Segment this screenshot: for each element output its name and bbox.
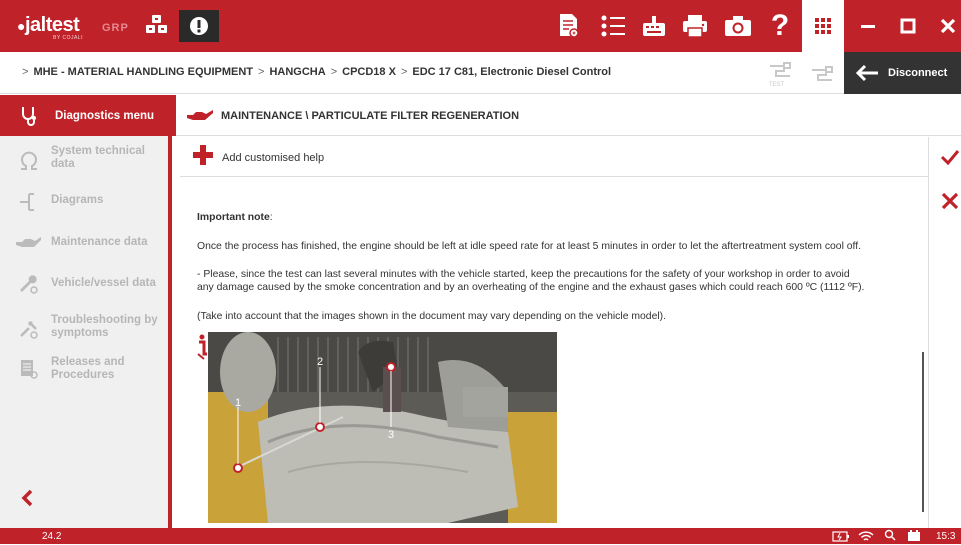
svg-text:TEST: TEST	[769, 82, 785, 88]
grp-label: GRP	[102, 22, 129, 34]
sidebar-item-system-technical-data[interactable]: System technical data	[0, 145, 172, 175]
note-paragraph-1: Once the process has finished, the engin…	[197, 241, 862, 252]
battery-icon	[832, 530, 850, 545]
jaltest-logo: ●jaltest	[17, 14, 80, 36]
printer-icon[interactable]	[678, 0, 712, 52]
oil-can-icon	[187, 110, 213, 120]
minimize-button[interactable]	[848, 0, 888, 52]
close-button[interactable]	[928, 0, 961, 52]
sidebar: Diagnostics menu System technical data D…	[0, 95, 176, 528]
svg-text:2: 2	[317, 356, 323, 368]
confirm-check-icon[interactable]	[940, 149, 960, 170]
sidebar-header-label: Diagnostics menu	[55, 109, 155, 122]
sidebar-item-label: Troubleshooting by symptoms	[51, 314, 158, 339]
svg-text:3: 3	[388, 429, 394, 441]
sidebar-item-releases-procedures[interactable]: Releases and Procedures	[0, 356, 172, 386]
sidebar-item-label: System technical data	[51, 145, 145, 170]
note-paragraph-2-line-1: - Please, since the test can last severa…	[197, 269, 850, 280]
wifi-icon	[858, 530, 874, 545]
tools-icon	[18, 318, 40, 340]
breadcrumb-item[interactable]: CPCD18 X	[342, 66, 396, 78]
clock-label: 15:3	[936, 531, 956, 542]
help-icon[interactable]: ?	[763, 0, 797, 52]
disconnect-label: Disconnect	[888, 67, 948, 79]
calendar-icon	[907, 530, 921, 545]
top-toolbar: ●jaltest BY COJALI GRP ?	[0, 0, 961, 52]
cancel-x-icon[interactable]	[941, 192, 959, 215]
omega-icon	[18, 149, 40, 171]
plus-icon	[192, 144, 214, 170]
search-icon[interactable]	[884, 529, 896, 544]
stethoscope-icon	[22, 106, 36, 126]
important-note-heading: Important note:	[197, 212, 273, 223]
sidebar-item-label: Maintenance data	[51, 236, 148, 248]
document-icon	[18, 358, 40, 380]
breadcrumb-item[interactable]: HANGCHA	[269, 66, 325, 78]
sidebar-item-maintenance-data[interactable]: Maintenance data	[0, 236, 172, 258]
sidebar-item-label: Vehicle/vessel data	[51, 277, 156, 289]
test-connector-icon[interactable]: TEST	[766, 60, 794, 88]
oil-can-icon	[14, 232, 42, 254]
apps-grid-button[interactable]	[802, 0, 844, 52]
note-paragraph-2-line-2: any damage caused by the smoke concentra…	[197, 282, 865, 293]
disconnect-button[interactable]: Disconnect	[844, 52, 961, 94]
add-help-bar[interactable]: Add customised help	[180, 137, 928, 177]
action-column	[928, 137, 961, 528]
sidebar-item-diagrams[interactable]: Diagrams	[0, 193, 172, 216]
cubes-icon[interactable]	[142, 0, 172, 52]
section-title: MAINTENANCE \ PARTICULATE FILTER REGENER…	[221, 110, 520, 122]
engine-photo: 1 2 3	[208, 332, 557, 523]
status-bar: 24.2 15:3	[0, 528, 961, 544]
connector-icon[interactable]	[808, 60, 836, 88]
clipped-text-line	[240, 178, 360, 181]
breadcrumb-item[interactable]: EDC 17 C81, Electronic Diesel Control	[412, 66, 611, 78]
logo-subtitle: BY COJALI	[53, 35, 83, 41]
breadcrumb-item[interactable]: MHE - MATERIAL HANDLING EQUIPMENT	[33, 66, 253, 78]
sidebar-item-vehicle-data[interactable]: Vehicle/vessel data	[0, 275, 172, 299]
wrench-icon	[18, 273, 40, 295]
apps-grid-icon	[815, 18, 831, 34]
add-help-label: Add customised help	[222, 152, 325, 164]
keyboard-icon[interactable]	[637, 0, 671, 52]
breadcrumb: > MHE - MATERIAL HANDLING EQUIPMENT > HANGC…	[22, 66, 612, 78]
back-chevron-icon[interactable]	[20, 487, 34, 513]
maximize-button[interactable]	[888, 0, 928, 52]
sidebar-item-troubleshooting[interactable]: Troubleshooting by symptoms	[0, 314, 172, 344]
svg-text:1: 1	[235, 397, 241, 409]
arrow-left-icon	[855, 64, 878, 82]
list-icon[interactable]	[596, 0, 630, 52]
sidebar-item-diagnostics-menu[interactable]: Diagnostics menu	[0, 95, 176, 136]
note-paragraph-3: (Take into account that the images shown…	[197, 311, 667, 322]
diagram-icon	[18, 190, 40, 212]
alert-button[interactable]	[179, 10, 219, 42]
version-label: 24.2	[42, 531, 62, 542]
report-icon[interactable]	[552, 0, 586, 52]
breadcrumb-bar: > MHE - MATERIAL HANDLING EQUIPMENT > HANGC…	[0, 52, 961, 94]
sidebar-item-label: Diagrams	[51, 194, 104, 206]
camera-icon[interactable]	[721, 0, 755, 52]
section-header: MAINTENANCE \ PARTICULATE FILTER REGENER…	[176, 95, 961, 136]
scrollbar-thumb[interactable]	[922, 352, 924, 512]
sidebar-item-label: Releases and Procedures	[51, 356, 125, 381]
